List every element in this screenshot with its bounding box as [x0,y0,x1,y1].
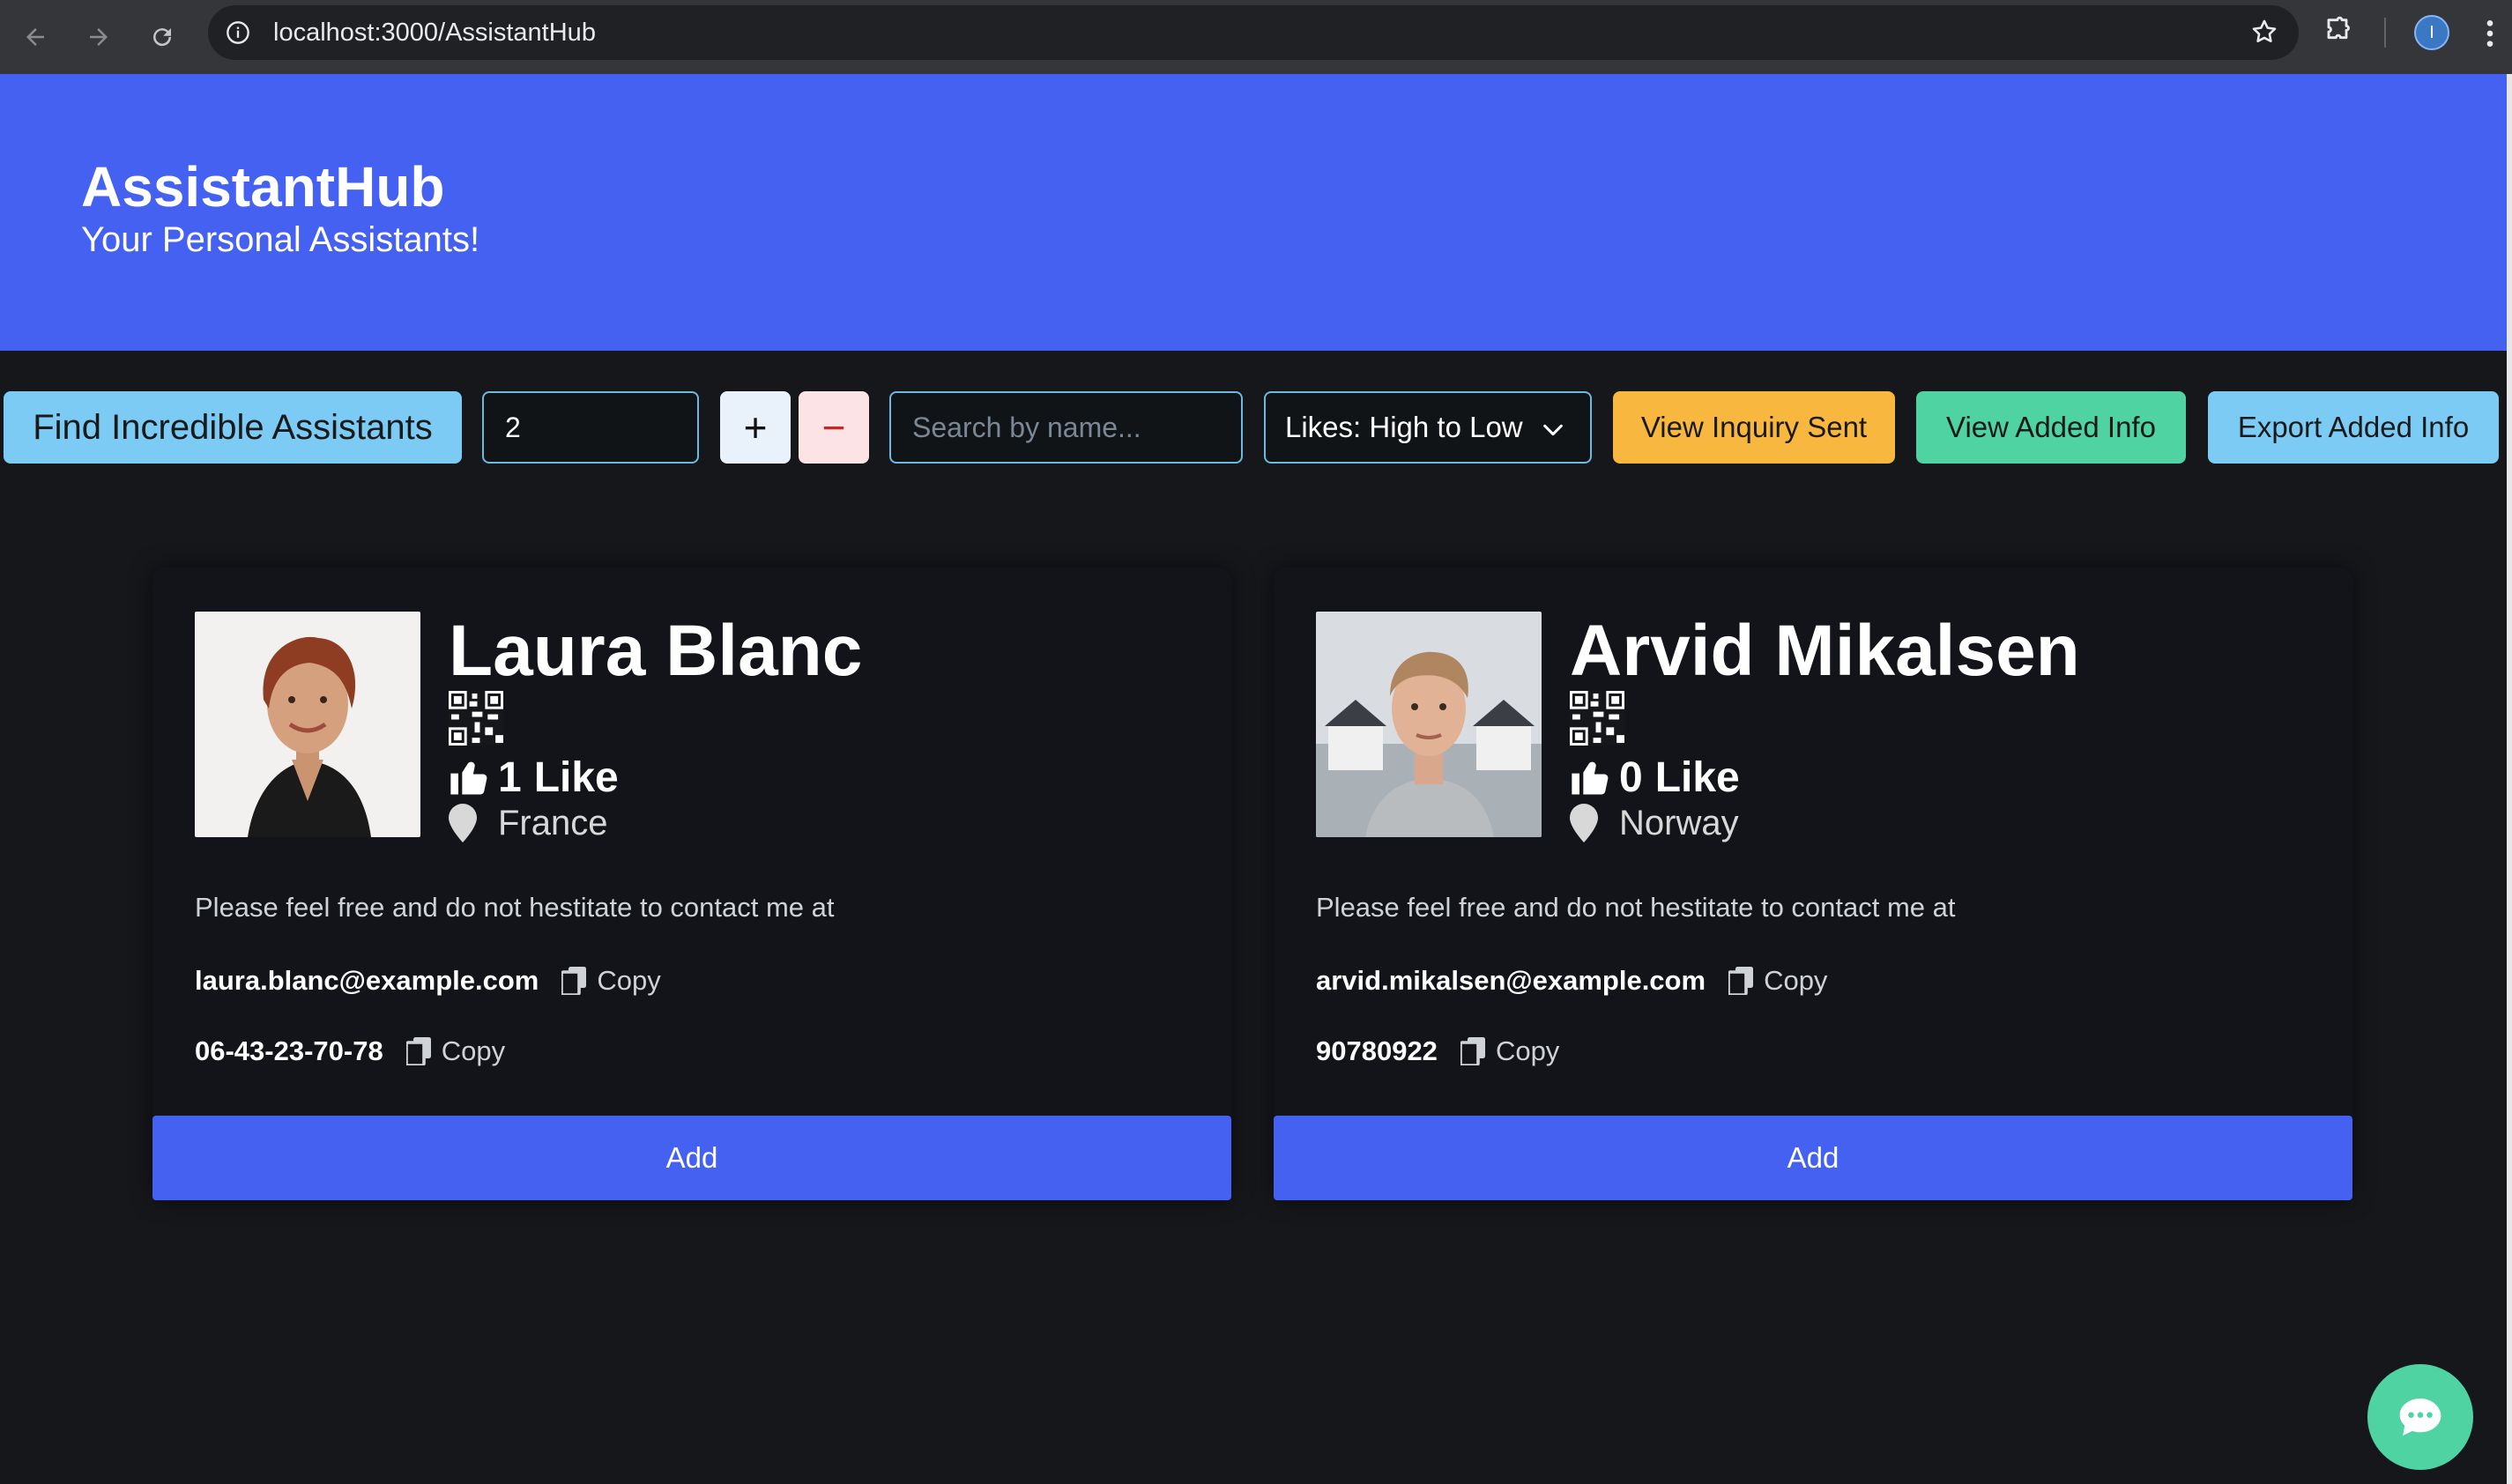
assistant-email: laura.blanc@example.com [195,965,539,996]
copy-label: Copy [1764,965,1828,996]
arrow-right-icon [90,28,108,46]
reload-icon [153,28,172,47]
email-row: laura.blanc@example.com Copy [195,962,661,999]
extensions-puzzle-icon[interactable] [2320,14,2359,53]
decrement-button[interactable]: − [799,391,869,464]
sort-select[interactable]: Likes: High to Low [1264,391,1592,464]
assistant-country: Norway [1619,803,1739,842]
assistant-photo [1316,612,1542,837]
email-row: arvid.mikalsen@example.com Copy [1316,962,1827,999]
assistant-phone: 06-43-23-70-78 [195,1035,383,1066]
add-assistant-button[interactable]: Add [1274,1116,2352,1200]
address-bar[interactable]: localhost:3000/AssistantHub [208,5,2299,60]
url-text[interactable]: localhost:3000/AssistantHub [273,5,596,60]
assistant-card: Laura Blanc 1 Like France Please feel fr… [152,568,1231,1200]
find-assistants-button[interactable]: Find Incredible Assistants [4,391,462,464]
export-added-info-button[interactable]: Export Added Info [2208,391,2499,464]
copy-phone-button[interactable]: Copy [405,1035,506,1067]
chevron-down-icon [1543,424,1563,436]
copy-label: Copy [1495,1035,1560,1066]
qr-code-icon[interactable] [1570,691,1624,746]
assistant-name: Laura Blanc [449,611,863,691]
location-row: Norway [1570,802,1739,844]
copy-icon [561,967,587,995]
contact-blurb: Please feel free and do not hestitate to… [1316,892,1956,923]
site-info-icon[interactable] [222,17,254,48]
view-added-info-button[interactable]: View Added Info [1916,391,2186,464]
qr-code-icon[interactable] [449,691,503,746]
contact-blurb: Please feel free and do not hestitate to… [195,892,835,923]
assistant-country: France [498,803,608,842]
increment-button[interactable]: + [720,391,791,464]
chat-button[interactable] [2367,1364,2473,1470]
phone-row: 90780922 Copy [1316,1033,1559,1070]
copy-icon [1728,967,1754,995]
browser-toolbar: localhost:3000/AssistantHub I [0,0,2512,74]
copy-phone-button[interactable]: Copy [1460,1035,1559,1067]
assistant-count-input[interactable]: 2 [482,391,699,464]
chat-bubble-icon [2399,1399,2441,1436]
sort-selected-label: Likes: High to Low [1285,411,1523,443]
profile-initial: I [2429,22,2434,42]
thumbs-up-icon[interactable] [1568,754,1614,800]
add-assistant-button[interactable]: Add [152,1116,1231,1200]
assistant-email: arvid.mikalsen@example.com [1316,965,1706,996]
thumbs-up-icon[interactable] [447,754,493,800]
controls-bar: Find Incredible Assistants 2 + − Search … [0,391,2512,465]
map-pin-icon [449,804,477,842]
forward-button[interactable] [79,18,118,56]
bookmark-star-icon[interactable] [2249,17,2281,48]
copy-icon [405,1037,431,1065]
map-pin-icon [1570,804,1598,842]
app-subtitle: Your Personal Assistants! [81,220,480,259]
copy-email-button[interactable]: Copy [1728,965,1827,997]
back-button[interactable] [16,18,55,56]
copy-email-button[interactable]: Copy [561,965,661,997]
likes-count: 0 [1619,753,1643,801]
likes-row: 1 Like [447,753,619,802]
assistant-name: Arvid Mikalsen [1570,611,2080,691]
app-title: AssistantHub [81,155,445,219]
arrow-left-icon [26,28,44,46]
likes-row: 0 Like [1568,753,1740,802]
copy-label: Copy [441,1035,506,1066]
copy-icon [1460,1037,1485,1065]
kebab-menu-icon[interactable] [2477,16,2503,51]
likes-count: 1 [498,753,522,801]
assistant-phone: 90780922 [1316,1035,1438,1066]
phone-row: 06-43-23-70-78 Copy [195,1033,505,1070]
copy-label: Copy [597,965,661,996]
assistant-card: Arvid Mikalsen 0 Like Norway Please feel… [1274,568,2352,1200]
search-input[interactable]: Search by name... [889,391,1243,464]
page-scrollbar[interactable] [2507,74,2512,1484]
location-row: France [449,802,608,844]
hero-banner: AssistantHub Your Personal Assistants! [0,74,2512,351]
view-inquiry-sent-button[interactable]: View Inquiry Sent [1613,391,1895,464]
likes-label: Like [1654,753,1740,801]
reload-button[interactable] [143,18,182,56]
toolbar-divider [2384,18,2386,48]
profile-avatar[interactable]: I [2414,15,2449,50]
likes-label: Like [533,753,619,801]
assistant-photo [195,612,420,837]
